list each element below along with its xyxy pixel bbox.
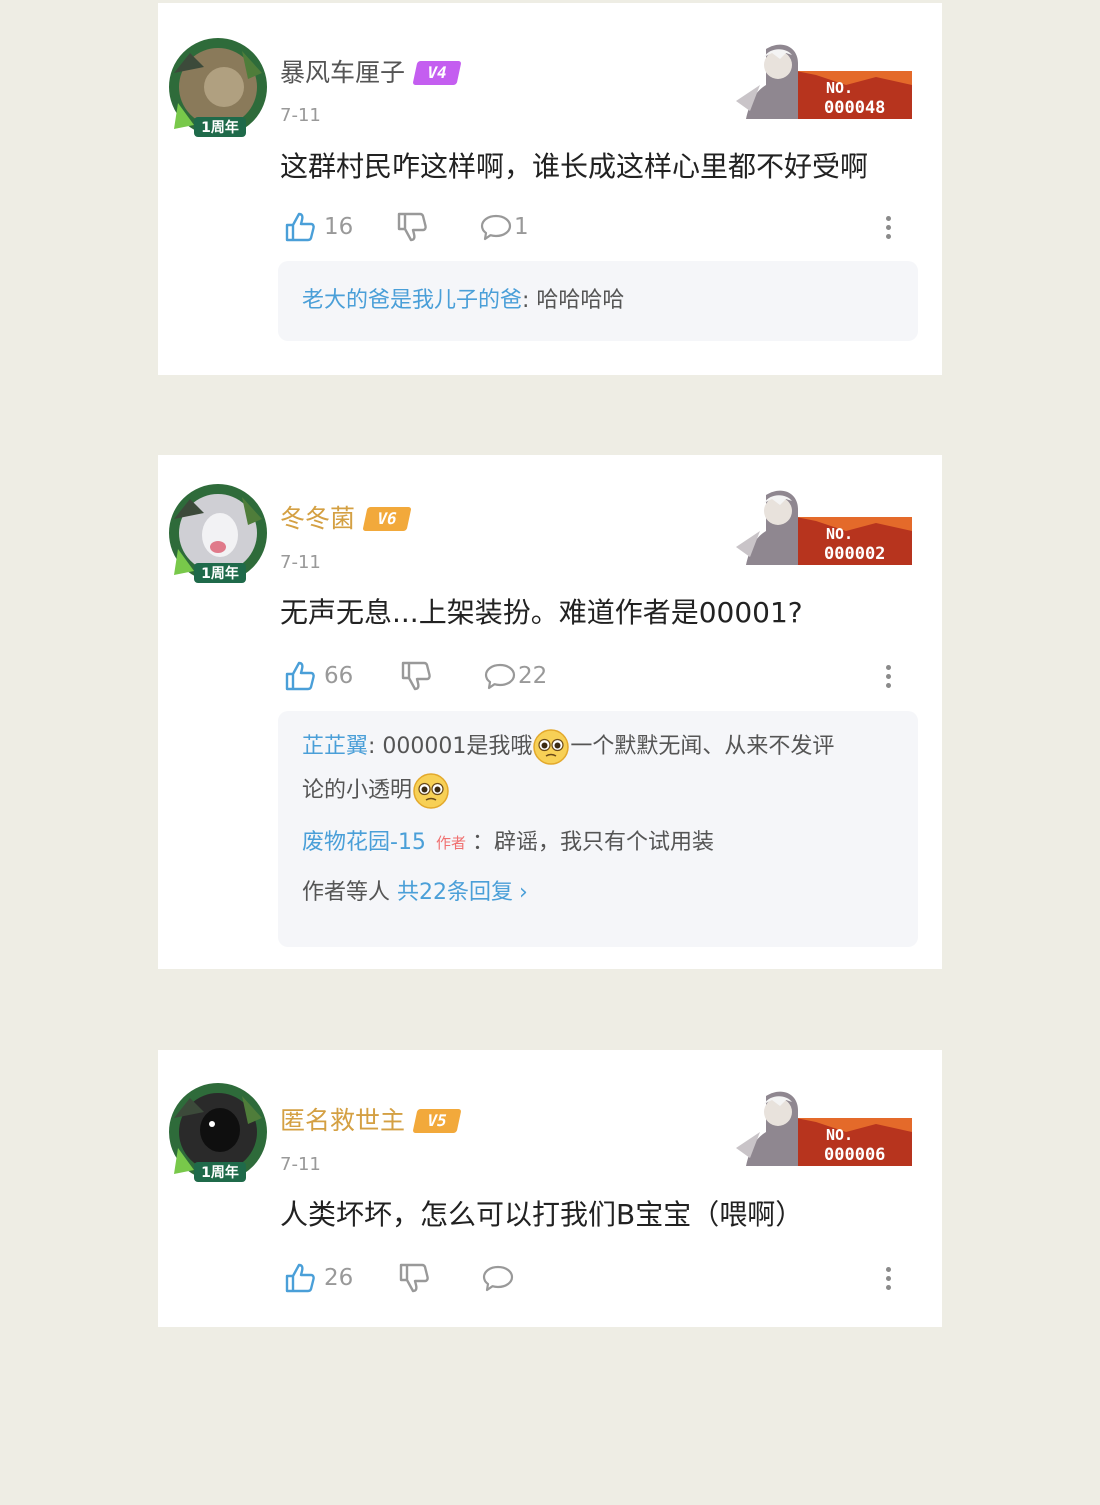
user-line: 冬冬菌 V6 <box>280 501 412 537</box>
chevron-right-icon: › <box>519 880 528 905</box>
like-button[interactable]: 66 <box>284 652 353 700</box>
author-tag: 作者 <box>435 834 466 852</box>
reply-separator: : <box>522 288 537 313</box>
reply-count: 1 <box>514 214 529 240</box>
pleading-face-emoji-icon <box>532 728 570 766</box>
level-badge: V4 <box>412 61 462 85</box>
comment-bubble-icon <box>484 660 516 692</box>
comment-bubble-icon <box>482 1262 514 1294</box>
username[interactable]: 匿名救世主 <box>280 1103 405 1139</box>
reply-username[interactable]: 废物花园-15 <box>302 830 426 855</box>
username[interactable]: 暴风车厘子 <box>280 55 405 91</box>
more-options-icon[interactable] <box>878 1254 898 1302</box>
fan-badge-label: NO. <box>826 525 853 543</box>
fan-badge-number: 000002 <box>824 544 885 564</box>
comment-text: 无声无息...上架装扮。难道作者是00001? <box>280 596 803 629</box>
reply-separator: ： <box>471 830 494 855</box>
thumbs-down-icon <box>396 211 428 243</box>
level-badge: V5 <box>412 1109 462 1133</box>
more-options-icon[interactable] <box>878 652 898 700</box>
reply-button[interactable]: 22 <box>484 652 547 700</box>
avatar[interactable]: 1周年 <box>164 479 272 587</box>
comment-card: 1周年 冬冬菌 V6 7-11 NO. 000002 无声无息...上架装扮。难… <box>158 455 942 969</box>
dislike-button[interactable] <box>396 203 428 251</box>
reply-count: 22 <box>518 663 548 689</box>
thumbs-up-icon <box>284 660 316 692</box>
like-count: 66 <box>324 663 354 689</box>
avatar[interactable]: 1周年 <box>164 1078 272 1186</box>
fan-badge-label: NO. <box>826 1126 853 1144</box>
reply-item: 芷芷翼: 000001是我哦 一个默默无闻、从来不发评 <box>302 725 894 769</box>
pleading-face-emoji-icon <box>412 772 450 810</box>
reply-username[interactable]: 芷芷翼 <box>302 734 368 759</box>
reply-username[interactable]: 老大的爸是我儿子的爸 <box>302 288 522 313</box>
dislike-button[interactable] <box>398 1254 430 1302</box>
comment-actions: 66 22 <box>280 652 920 700</box>
like-button[interactable]: 16 <box>284 203 353 251</box>
like-count: 26 <box>324 1265 354 1291</box>
thumbs-down-icon <box>398 1262 430 1294</box>
thumbs-down-icon <box>400 660 432 692</box>
user-line: 暴风车厘子 V4 <box>280 55 462 91</box>
reply-text: 一个默默无闻、从来不发评 <box>570 734 835 759</box>
fan-number-badge[interactable]: NO. 000006 <box>726 1088 912 1178</box>
more-options-icon[interactable] <box>878 203 898 251</box>
avatar-frame-label: 1周年 <box>201 1164 239 1181</box>
fan-badge-label: NO. <box>826 79 853 97</box>
view-all-replies-link[interactable]: 作者等人 共22条回复 › <box>302 871 894 915</box>
like-count: 16 <box>324 214 354 240</box>
username[interactable]: 冬冬菌 <box>280 501 355 537</box>
reply-item: 老大的爸是我儿子的爸: 哈哈哈哈 <box>302 279 894 323</box>
reply-preview[interactable]: 芷芷翼: 000001是我哦 一个默默无闻、从来不发评 论的小透明 废物花园-15… <box>278 711 918 947</box>
reply-text: 000001是我哦 <box>382 734 533 759</box>
comment-actions: 26 <box>280 1254 920 1302</box>
dislike-button[interactable] <box>400 652 432 700</box>
user-line: 匿名救世主 V5 <box>280 1103 462 1139</box>
reply-preview[interactable]: 老大的爸是我儿子的爸: 哈哈哈哈 <box>278 261 918 341</box>
more-replies-prefix: 作者等人 <box>302 880 397 905</box>
thumbs-up-icon <box>284 1262 316 1294</box>
avatar[interactable]: 1周年 <box>164 33 272 141</box>
comment-text: 人类坏坏，怎么可以打我们B宝宝（喂啊） <box>280 1198 804 1231</box>
reply-item-continued: 论的小透明 <box>302 769 894 813</box>
reply-text: 辟谣，我只有个试用装 <box>493 830 714 855</box>
reply-button[interactable]: 1 <box>480 203 529 251</box>
level-badge: V6 <box>362 507 412 531</box>
avatar-frame-label: 1周年 <box>201 119 239 136</box>
fan-number-badge[interactable]: NO. 000048 <box>726 41 912 131</box>
comment-date: 7-11 <box>280 1154 321 1175</box>
more-replies-link[interactable]: 共22条回复 <box>397 880 513 905</box>
comment-card: 1周年 暴风车厘子 V4 7-11 NO. 000048 这群村民咋这样啊，谁长… <box>158 3 942 375</box>
reply-separator: : <box>368 734 383 759</box>
reply-text: 哈哈哈哈 <box>536 288 625 313</box>
reply-button[interactable] <box>482 1254 516 1302</box>
fan-badge-number: 000048 <box>824 98 885 118</box>
reply-text: 论的小透明 <box>302 778 413 803</box>
fan-number-badge[interactable]: NO. 000002 <box>726 487 912 577</box>
comment-text: 这群村民咋这样啊，谁长成这样心里都不好受啊 <box>280 150 869 183</box>
fan-badge-number: 000006 <box>824 1145 885 1165</box>
comment-date: 7-11 <box>280 105 321 126</box>
reply-item: 废物花园-15 作者 ：辟谣，我只有个试用装 <box>302 821 894 865</box>
comment-bubble-icon <box>480 211 512 243</box>
comment-date: 7-11 <box>280 552 321 573</box>
comment-card: 1周年 匿名救世主 V5 7-11 NO. 000006 人类坏坏，怎么可以打我… <box>158 1050 942 1327</box>
thumbs-up-icon <box>284 211 316 243</box>
avatar-frame-label: 1周年 <box>201 565 239 582</box>
comment-actions: 16 1 <box>280 203 920 251</box>
like-button[interactable]: 26 <box>284 1254 353 1302</box>
